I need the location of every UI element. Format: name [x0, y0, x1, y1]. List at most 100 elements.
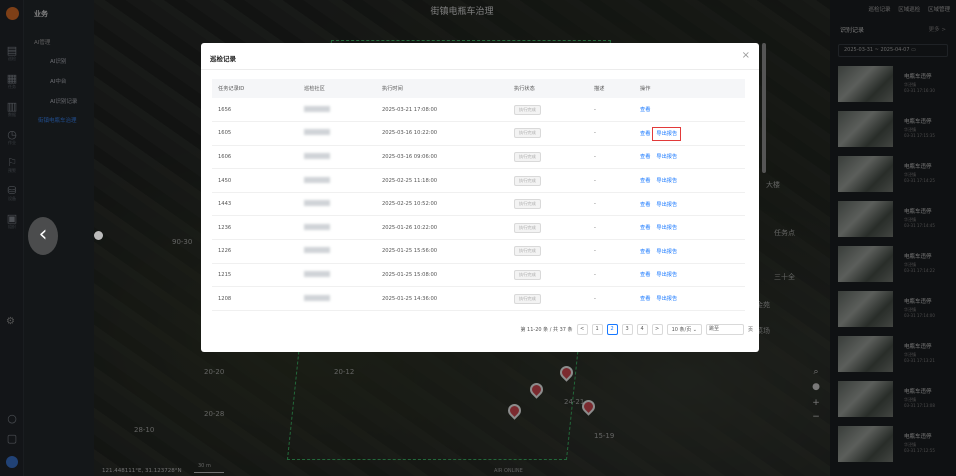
- jump-to-input[interactable]: 跳至: [705, 324, 744, 335]
- cell-id: 1226: [212, 239, 298, 264]
- status-badge: 执行完成: [514, 222, 541, 233]
- page-button[interactable]: 4: [636, 324, 648, 335]
- cell-time: 2025-03-16 09:06:00: [376, 145, 508, 170]
- status-badge: 执行完成: [514, 128, 541, 139]
- inspection-records-modal: 巡检记录 × 任务记录ID 巡检社区 执行时间 执行状态 描述 操作 1656 2…: [201, 43, 766, 352]
- page-size-select[interactable]: 10 条/页 ⌄: [666, 324, 702, 335]
- records-table: 任务记录ID 巡检社区 执行时间 执行状态 描述 操作 1656 2025-03-…: [212, 79, 745, 311]
- table-row: 1606 2025-03-16 09:06:00 执行完成 - 查看 导出报告: [212, 145, 745, 170]
- cell-time: 2025-03-21 17:08:00: [376, 98, 508, 123]
- table-row: 1215 2025-01-25 15:08:00 执行完成 - 查看 导出报告: [212, 263, 745, 288]
- cell-community-redacted: [298, 98, 376, 123]
- view-link[interactable]: 查看: [640, 131, 650, 137]
- cell-status: 执行完成: [508, 145, 588, 170]
- view-link[interactable]: 查看: [640, 178, 650, 184]
- cell-actions: 查看 导出报告: [634, 286, 745, 311]
- cell-id: 1215: [212, 263, 298, 288]
- view-link[interactable]: 查看: [640, 107, 650, 113]
- view-link[interactable]: 查看: [640, 154, 650, 160]
- cell-time: 2025-01-25 14:36:00: [376, 286, 508, 311]
- cell-id: 1656: [212, 98, 298, 123]
- cell-id: 1443: [212, 192, 298, 217]
- export-report-link[interactable]: 导出报告: [656, 296, 677, 302]
- cell-actions: 查看: [634, 98, 745, 123]
- cell-time: 2025-02-25 10:52:00: [376, 192, 508, 217]
- cell-id: 1208: [212, 286, 298, 311]
- pagination: 第 11-20 条 / 共 37 条 < 1 2 3 4 > 10 条/页 ⌄ …: [520, 324, 753, 335]
- cell-time: 2025-01-25 15:56:00: [376, 239, 508, 264]
- table-row: 1656 2025-03-21 17:08:00 执行完成 - 查看: [212, 98, 745, 123]
- cell-desc: -: [588, 239, 634, 264]
- export-report-link[interactable]: 导出报告: [656, 178, 677, 184]
- cell-status: 执行完成: [508, 239, 588, 264]
- export-report-link[interactable]: 导出报告: [656, 202, 677, 208]
- scrollbar[interactable]: [762, 43, 766, 173]
- cell-community-redacted: [298, 215, 376, 241]
- cell-status: 执行完成: [508, 168, 588, 193]
- view-link[interactable]: 查看: [640, 249, 650, 255]
- cell-time: 2025-01-26 10:22:00: [376, 215, 508, 241]
- cell-actions: 查看 导出报告: [634, 239, 745, 264]
- cell-status: 执行完成: [508, 263, 588, 288]
- table-row: 1450 2025-02-25 11:18:00 执行完成 - 查看 导出报告: [212, 168, 745, 193]
- view-link[interactable]: 查看: [640, 202, 650, 208]
- cell-status: 执行完成: [508, 286, 588, 311]
- cell-actions: 查看 导出报告: [634, 215, 745, 241]
- cell-desc: -: [588, 145, 634, 170]
- cell-actions: 查看 导出报告: [634, 121, 745, 146]
- next-page-button[interactable]: >: [651, 324, 663, 335]
- col-header: 任务记录ID: [212, 79, 298, 98]
- prev-page-button[interactable]: <: [576, 324, 588, 335]
- cell-id: 1450: [212, 168, 298, 193]
- page-suffix: 页: [747, 327, 753, 333]
- status-badge: 执行完成: [514, 269, 541, 280]
- col-header: 执行状态: [508, 79, 588, 98]
- cell-community-redacted: [298, 168, 376, 193]
- cell-id: 1236: [212, 215, 298, 241]
- export-report-link[interactable]: 导出报告: [656, 272, 677, 278]
- status-badge: 执行完成: [514, 199, 541, 210]
- cell-actions: 查看 导出报告: [634, 263, 745, 288]
- page-button-current[interactable]: 2: [606, 324, 618, 335]
- cell-desc: -: [588, 286, 634, 311]
- cell-actions: 查看 导出报告: [634, 168, 745, 193]
- cell-status: 执行完成: [508, 121, 588, 146]
- export-report-link[interactable]: 导出报告: [652, 126, 682, 141]
- export-report-link[interactable]: 导出报告: [656, 249, 677, 255]
- cell-time: 2025-01-25 15:08:00: [376, 263, 508, 288]
- status-badge: 执行完成: [514, 293, 541, 304]
- export-report-link[interactable]: 导出报告: [656, 225, 677, 231]
- table-row: 1226 2025-01-25 15:56:00 执行完成 - 查看 导出报告: [212, 239, 745, 264]
- view-link[interactable]: 查看: [640, 296, 650, 302]
- cell-id: 1606: [212, 145, 298, 170]
- col-header: 操作: [634, 79, 745, 98]
- cell-desc: -: [588, 215, 634, 241]
- cell-community-redacted: [298, 145, 376, 170]
- cell-status: 执行完成: [508, 98, 588, 123]
- table-row: 1605 2025-03-16 10:22:00 执行完成 - 查看 导出报告: [212, 121, 745, 146]
- cell-desc: -: [588, 168, 634, 193]
- cell-time: 2025-03-16 10:22:00: [376, 121, 508, 146]
- page-button[interactable]: 3: [621, 324, 633, 335]
- collapse-arrow-button[interactable]: ‹: [28, 217, 58, 255]
- export-report-link[interactable]: 导出报告: [656, 154, 677, 160]
- col-header: 描述: [588, 79, 634, 98]
- divider: [201, 69, 759, 70]
- cell-id: 1605: [212, 121, 298, 146]
- cell-community-redacted: [298, 286, 376, 311]
- cell-community-redacted: [298, 239, 376, 264]
- cell-desc: -: [588, 263, 634, 288]
- close-icon[interactable]: ×: [742, 50, 750, 61]
- col-header: 执行时间: [376, 79, 508, 98]
- table-row: 1443 2025-02-25 10:52:00 执行完成 - 查看 导出报告: [212, 192, 745, 217]
- cell-community-redacted: [298, 121, 376, 146]
- status-badge: 执行完成: [514, 104, 541, 115]
- panel-toggle-button[interactable]: [94, 231, 103, 240]
- cell-desc: -: [588, 121, 634, 146]
- view-link[interactable]: 查看: [640, 225, 650, 231]
- page-button[interactable]: 1: [591, 324, 603, 335]
- pager-summary: 第 11-20 条 / 共 37 条: [520, 327, 573, 333]
- view-link[interactable]: 查看: [640, 272, 650, 278]
- cell-status: 执行完成: [508, 192, 588, 217]
- cell-actions: 查看 导出报告: [634, 192, 745, 217]
